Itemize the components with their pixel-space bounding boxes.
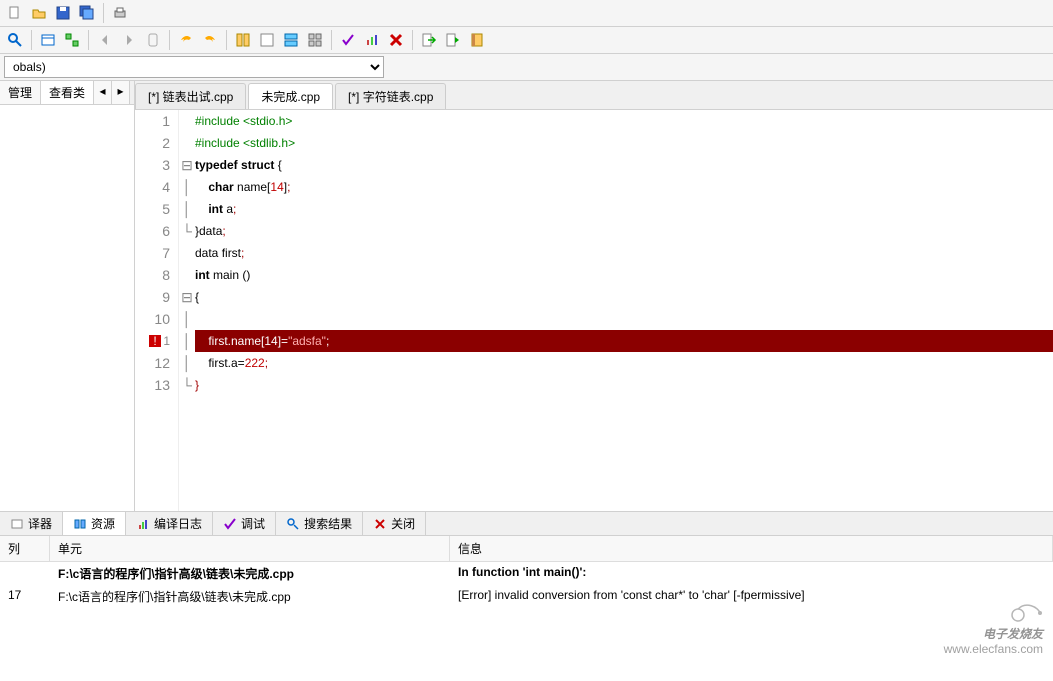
separator: [169, 30, 170, 50]
editor-area: [*] 链表出试.cpp未完成.cpp[*] 字符链表.cpp 12345678…: [135, 81, 1053, 511]
bottom-tab-close[interactable]: 关闭: [363, 512, 426, 535]
goto-icon[interactable]: [418, 29, 440, 51]
globals-bar: obals): [0, 54, 1053, 81]
undo-icon[interactable]: [175, 29, 197, 51]
delete-icon[interactable]: [385, 29, 407, 51]
left-panel-content: [0, 105, 134, 511]
message-table: 列 单元 信息 F:\c语言的程序们\指针高级\链表\未完成.cppIn fun…: [0, 536, 1053, 681]
separator: [31, 30, 32, 50]
bottom-tab-debug[interactable]: 调试: [213, 512, 276, 535]
separator: [412, 30, 413, 50]
bottom-tab-resource[interactable]: 资源: [63, 512, 126, 535]
run-icon[interactable]: [442, 29, 464, 51]
left-tab-classview[interactable]: 查看类: [41, 81, 94, 104]
project-icon[interactable]: [37, 29, 59, 51]
header-unit[interactable]: 单元: [50, 536, 450, 561]
save-icon[interactable]: [52, 2, 74, 24]
bottom-tab-compiler[interactable]: 译器: [0, 512, 63, 535]
watermark-brand: 电子发烧友: [983, 625, 1043, 642]
file-tab[interactable]: 未完成.cpp: [248, 83, 333, 109]
new-file-icon[interactable]: [4, 2, 26, 24]
window-3-icon[interactable]: [280, 29, 302, 51]
line-gutter: 12345678910!11213: [135, 110, 179, 511]
file-tab[interactable]: [*] 字符链表.cpp: [335, 83, 446, 109]
separator: [88, 30, 89, 50]
separator: [331, 30, 332, 50]
window-2-icon[interactable]: [256, 29, 278, 51]
code-editor[interactable]: 12345678910!11213 ⊟││└⊟│││└ #include <st…: [135, 110, 1053, 511]
save-all-icon[interactable]: [76, 2, 98, 24]
message-row[interactable]: F:\c语言的程序们\指针高级\链表\未完成.cppIn function 'i…: [0, 562, 1053, 585]
back-icon[interactable]: [94, 29, 116, 51]
chart-icon[interactable]: [361, 29, 383, 51]
watermark: 电子发烧友 www.elecfans.com: [944, 595, 1043, 656]
window-4-icon[interactable]: [304, 29, 326, 51]
left-prev-icon[interactable]: ◂: [94, 81, 112, 104]
bottom-tabs: 译器资源编译日志调试搜索结果关闭: [0, 512, 1053, 536]
separator: [226, 30, 227, 50]
left-panel: 管理 查看类 ◂ ▸: [0, 81, 135, 511]
toolbar-1: [0, 0, 1053, 27]
toolbar-2: [0, 27, 1053, 54]
bookmark-icon[interactable]: [142, 29, 164, 51]
open-icon[interactable]: [28, 2, 50, 24]
header-message[interactable]: 信息: [450, 536, 1053, 561]
check-icon[interactable]: [337, 29, 359, 51]
file-tabs: [*] 链表出试.cpp未完成.cpp[*] 字符链表.cpp: [135, 81, 1053, 110]
book-icon[interactable]: [466, 29, 488, 51]
print-icon[interactable]: [109, 2, 131, 24]
fold-column[interactable]: ⊟││└⊟│││└: [179, 110, 195, 511]
message-row[interactable]: 17F:\c语言的程序们\指针高级\链表\未完成.cpp[Error] inva…: [0, 585, 1053, 608]
header-line[interactable]: 列: [0, 536, 50, 561]
class-icon[interactable]: [61, 29, 83, 51]
code-content[interactable]: #include <stdio.h>#include <stdlib.h>typ…: [195, 110, 1053, 511]
bottom-tab-log[interactable]: 编译日志: [126, 512, 213, 535]
main-area: 管理 查看类 ◂ ▸ [*] 链表出试.cpp未完成.cpp[*] 字符链表.c…: [0, 81, 1053, 511]
forward-icon[interactable]: [118, 29, 140, 51]
message-header: 列 单元 信息: [0, 536, 1053, 562]
watermark-url: www.elecfans.com: [944, 642, 1043, 656]
separator: [103, 3, 104, 23]
window-1-icon[interactable]: [232, 29, 254, 51]
redo-icon[interactable]: [199, 29, 221, 51]
search-icon[interactable]: [4, 29, 26, 51]
globals-select[interactable]: obals): [4, 56, 384, 78]
bottom-tab-search[interactable]: 搜索结果: [276, 512, 363, 535]
left-tab-manage[interactable]: 管理: [0, 81, 41, 104]
svg-text:!: !: [154, 335, 157, 347]
left-next-icon[interactable]: ▸: [112, 81, 130, 104]
left-panel-tabs: 管理 查看类 ◂ ▸: [0, 81, 134, 105]
bottom-panel: 译器资源编译日志调试搜索结果关闭 列 单元 信息 F:\c语言的程序们\指针高级…: [0, 511, 1053, 681]
file-tab[interactable]: [*] 链表出试.cpp: [135, 83, 246, 109]
